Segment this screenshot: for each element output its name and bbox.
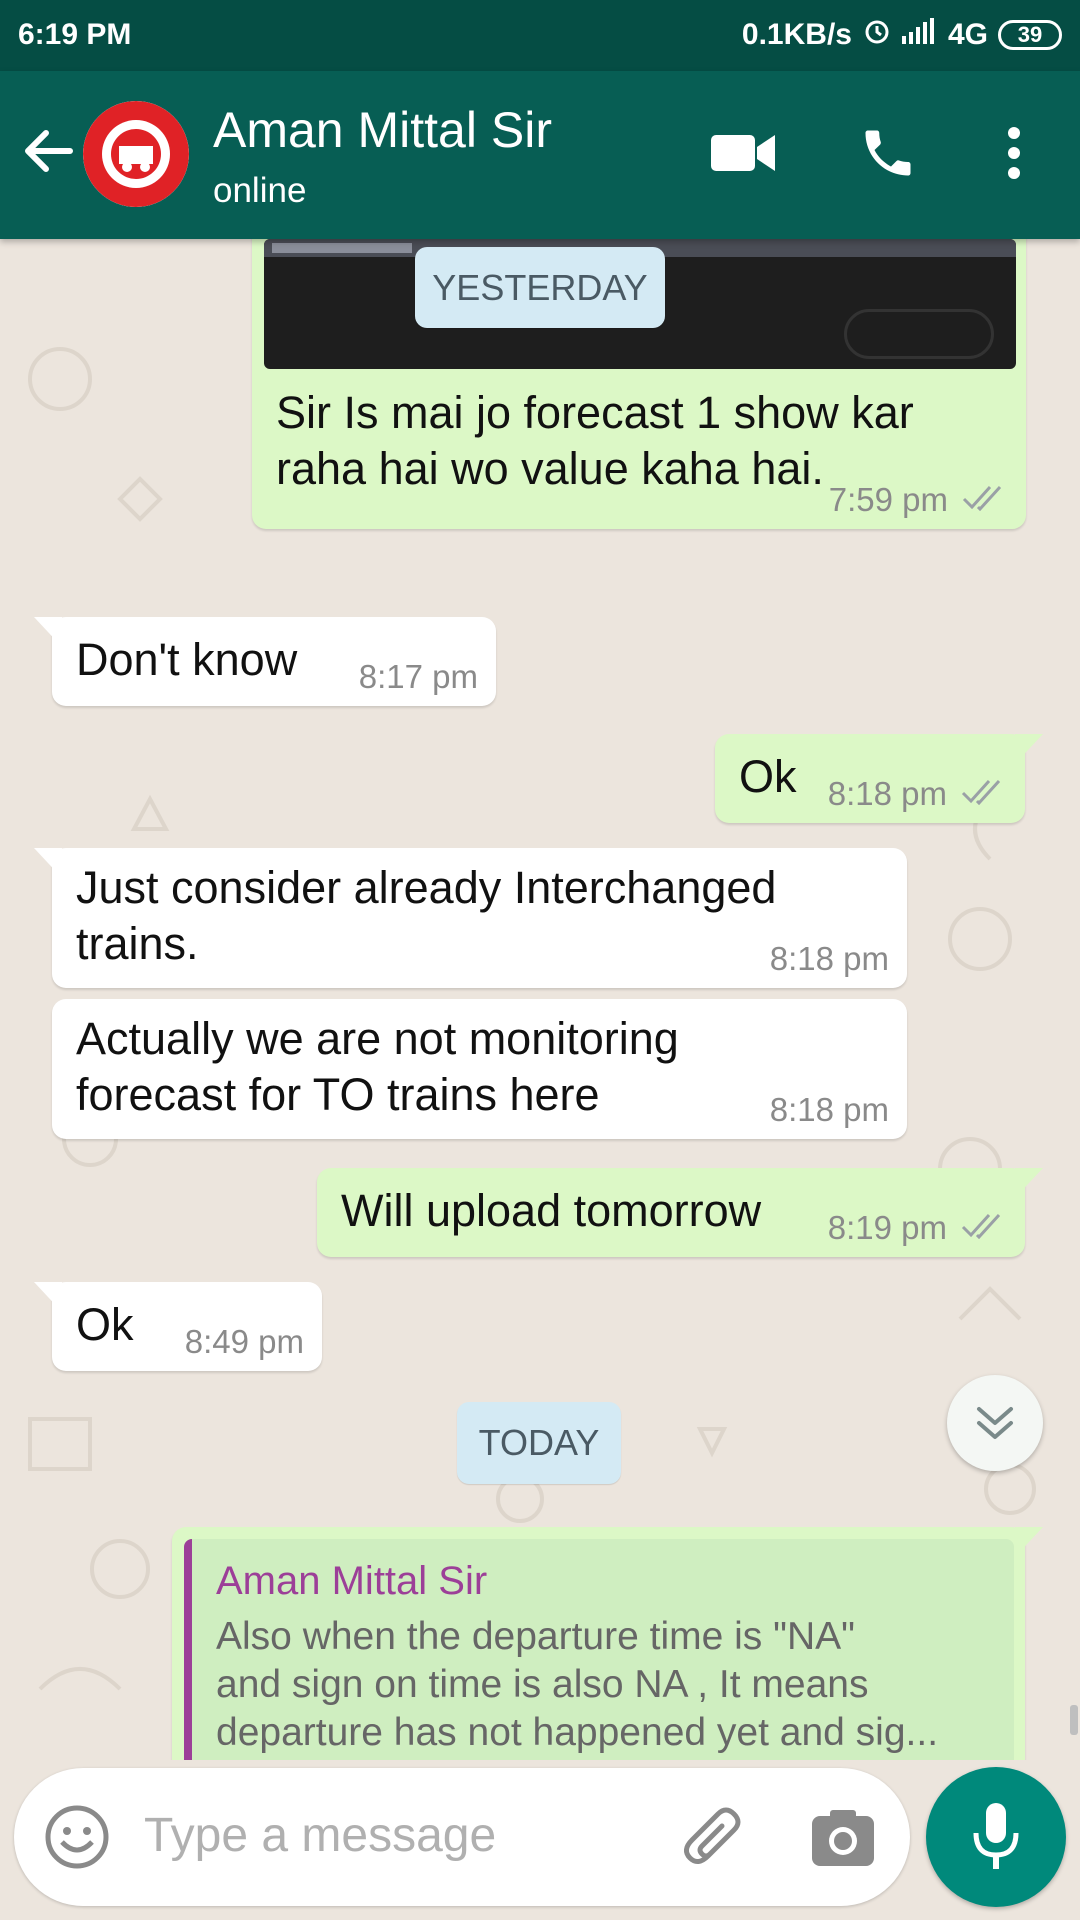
message-time: 8:49 pm: [184, 1323, 304, 1360]
battery-level: 39: [1017, 22, 1043, 47]
message-meta: 8:18 pm: [828, 775, 1007, 813]
message-bubble-outgoing[interactable]: Will upload tomorrow 8:19 pm: [317, 1168, 1043, 1257]
date-divider: TODAY: [457, 1402, 621, 1484]
message-text: Will upload tomorrow: [341, 1185, 762, 1236]
message-text-line: raha hai wo value kaha hai.: [276, 443, 824, 494]
read-receipt-icon: [961, 1209, 1007, 1247]
quoted-text: Also when the departure time is "NA" and…: [216, 1613, 938, 1757]
battery-icon: 39: [998, 20, 1062, 50]
message-meta: 8:49 pm: [185, 1323, 304, 1361]
quoted-text-line: departure has not happened yet and sig..…: [216, 1711, 939, 1754]
message-bubble-incoming[interactable]: Ok 8:49 pm: [34, 1282, 322, 1371]
voice-call-icon[interactable]: [848, 113, 928, 193]
message-bubble-incoming[interactable]: Actually we are not monitoring forecast …: [52, 999, 907, 1139]
message-text-line: Just consider already Interchanged: [76, 862, 777, 913]
chat-messages-area[interactable]: Sir Is mai jo forecast 1 show kar raha h…: [0, 239, 1080, 1760]
more-options-icon[interactable]: [974, 113, 1054, 193]
message-bubble-incoming[interactable]: Don't know 8:17 pm: [34, 617, 496, 706]
message-text: Just consider already Interchanged train…: [76, 860, 776, 972]
message-meta: 8:19 pm: [828, 1209, 1007, 1247]
network-type: 4G: [947, 18, 988, 51]
message-bubble-outgoing[interactable]: Ok 8:18 pm: [715, 734, 1043, 823]
message-text: Ok: [739, 751, 797, 802]
microphone-icon: [973, 1803, 1019, 1869]
message-text: Don't know: [76, 634, 298, 685]
message-text: Actually we are not monitoring forecast …: [76, 1011, 679, 1123]
message-meta: 8:18 pm: [770, 1091, 889, 1129]
status-indicators: 0.1KB/s 4G 39: [742, 16, 1062, 54]
message-text: Ok: [76, 1299, 134, 1350]
camera-icon[interactable]: [810, 1808, 876, 1873]
read-receipt-icon: [961, 775, 1007, 813]
scroll-to-bottom-button[interactable]: [947, 1375, 1043, 1471]
message-composer[interactable]: Type a message: [14, 1768, 910, 1906]
quoted-author: Aman Mittal Sir: [216, 1559, 488, 1603]
message-text-line: Actually we are not monitoring: [76, 1013, 679, 1064]
message-time: 7:59 pm: [828, 481, 948, 518]
message-meta: 8:18 pm: [770, 940, 889, 978]
message-bubble-outgoing[interactable]: Aman Mittal Sir Also when the departure …: [172, 1527, 1043, 1760]
signal-icon: [901, 18, 938, 52]
scrollbar[interactable]: [1070, 1705, 1078, 1735]
chat-header: Aman Mittal Sir online: [0, 71, 1080, 239]
double-chevron-down-icon: [977, 1407, 1013, 1439]
message-text-line: Sir Is mai jo forecast 1 show kar: [276, 387, 914, 438]
emoji-icon[interactable]: [44, 1804, 110, 1875]
quoted-message[interactable]: Aman Mittal Sir Also when the departure …: [184, 1539, 1014, 1760]
read-receipt-icon: [962, 481, 1008, 519]
message-text-line: trains.: [76, 918, 199, 969]
status-time: 6:19 PM: [18, 18, 132, 51]
contact-status: online: [213, 171, 307, 210]
message-time: 8:18 pm: [769, 1091, 889, 1128]
quoted-text-line: and sign on time is also NA , It means: [216, 1663, 869, 1706]
back-arrow-icon[interactable]: [20, 123, 76, 179]
contact-name[interactable]: Aman Mittal Sir: [213, 101, 552, 159]
attach-icon[interactable]: [678, 1804, 748, 1879]
message-text: Sir Is mai jo forecast 1 show kar raha h…: [276, 385, 914, 497]
contact-avatar[interactable]: [83, 101, 189, 207]
alarm-icon: [862, 16, 892, 54]
message-time: 8:19 pm: [827, 1209, 947, 1246]
message-meta: 7:59 pm: [829, 481, 1008, 519]
message-time: 8:18 pm: [827, 775, 947, 812]
message-time: 8:18 pm: [769, 940, 889, 977]
message-bubble-incoming[interactable]: Just consider already Interchanged train…: [34, 848, 907, 988]
voice-record-button[interactable]: [926, 1767, 1066, 1907]
quoted-text-line: Also when the departure time is "NA": [216, 1615, 855, 1658]
message-time: 8:17 pm: [358, 658, 478, 695]
message-meta: 8:17 pm: [359, 658, 478, 696]
video-call-icon[interactable]: [704, 113, 784, 193]
date-divider: YESTERDAY: [415, 247, 665, 328]
data-speed: 0.1KB/s: [741, 18, 852, 51]
message-text-line: forecast for TO trains here: [76, 1069, 600, 1120]
message-input[interactable]: Type a message: [144, 1808, 496, 1863]
status-bar: 6:19 PM 0.1KB/s 4G 39: [0, 0, 1080, 71]
